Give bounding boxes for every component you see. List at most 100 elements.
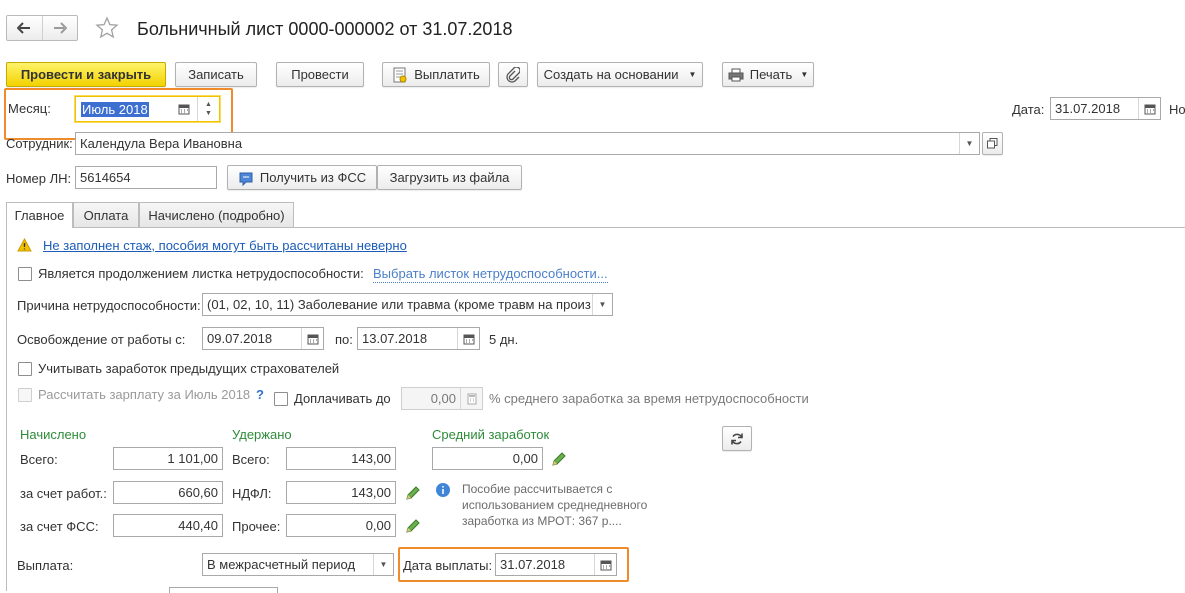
get-from-fss-button[interactable]: Получить из ФСС <box>227 165 377 190</box>
accrued-total-value: 1 101,00 <box>167 451 218 466</box>
employee-dropdown-button[interactable]: ▼ <box>959 133 979 154</box>
prev-insurers-label: Учитывать заработок предыдущих страховат… <box>38 361 340 376</box>
arrow-right-icon <box>53 22 67 34</box>
spin-up-icon[interactable]: ▲ <box>205 100 212 109</box>
date-calendar-button[interactable] <box>1138 98 1160 119</box>
accrued-employer-label: за счет работ.: <box>20 486 107 501</box>
employee-input-value: Календула Вера Ивановна <box>80 136 243 151</box>
attach-button[interactable] <box>498 62 528 87</box>
release-to-calendar-button[interactable] <box>457 328 479 349</box>
post-button[interactable]: Провести <box>276 62 364 87</box>
back-button[interactable] <box>7 16 43 40</box>
withheld-other-label: Прочее: <box>232 519 281 534</box>
warning-link[interactable]: Не заполнен стаж, пособия могут быть рас… <box>43 238 407 254</box>
release-to-input[interactable]: 13.07.2018 <box>357 327 480 350</box>
release-to-label: по: <box>335 332 353 347</box>
continuation-checkbox[interactable] <box>18 267 32 281</box>
info-icon <box>436 483 450 497</box>
days-count: 5 дн. <box>489 332 519 347</box>
paperclip-icon <box>506 66 520 83</box>
dropdown-arrow-icon: ▼ <box>379 560 388 569</box>
date-input[interactable]: 31.07.2018 <box>1050 97 1161 120</box>
average-title: Средний заработок <box>432 427 550 442</box>
calendar-icon <box>463 334 474 344</box>
topup-label: Доплачивать до <box>294 391 391 406</box>
calendar-icon <box>307 334 318 344</box>
load-from-file-button[interactable]: Загрузить из файла <box>377 165 522 190</box>
release-label: Освобождение от работы с: <box>17 332 186 347</box>
release-from-calendar-button[interactable] <box>301 328 323 349</box>
calculator-icon <box>467 393 476 404</box>
topup-value: 0,00 <box>430 391 456 406</box>
month-calendar-button[interactable] <box>173 97 195 121</box>
accrued-total-label: Всего: <box>20 452 58 467</box>
release-to-value: 13.07.2018 <box>362 331 428 346</box>
print-button[interactable]: Печать ▼ <box>722 62 814 87</box>
open-form-icon <box>987 138 998 149</box>
calendar-icon <box>178 104 190 115</box>
pay-button-label: Выплатить <box>414 67 480 82</box>
prev-insurers-checkbox[interactable] <box>18 362 32 376</box>
withheld-other-field: 0,00 <box>286 514 396 537</box>
accrued-employer-value: 660,60 <box>178 485 218 500</box>
arrow-left-icon <box>17 22 31 34</box>
pay-button[interactable]: Выплатить <box>382 62 490 87</box>
help-icon[interactable]: ? <box>256 387 264 403</box>
payment-label: Выплата: <box>17 558 74 573</box>
edit-ndfl-pencil-icon[interactable] <box>405 485 421 501</box>
employee-input[interactable]: Календула Вера Ивановна ▼ <box>75 132 980 155</box>
ln-number-input[interactable]: 5614654 <box>75 166 217 189</box>
dropdown-arrow-icon: ▼ <box>688 70 697 79</box>
refresh-button[interactable] <box>722 426 752 451</box>
release-from-input[interactable]: 09.07.2018 <box>202 327 324 350</box>
month-spinner[interactable]: ▲ ▼ <box>197 97 219 121</box>
month-input[interactable]: Июль 2018 ▲ ▼ <box>75 96 220 122</box>
tab-accrued-detail[interactable]: Начислено (подробно) <box>139 202 294 227</box>
cut-off-field <box>169 587 278 593</box>
payment-date-input[interactable]: 31.07.2018 <box>495 553 617 576</box>
ln-number-value: 5614654 <box>80 170 131 185</box>
print-button-label: Печать <box>749 67 793 82</box>
payment-date-value: 31.07.2018 <box>500 557 566 572</box>
accrued-total-field: 1 101,00 <box>113 447 223 470</box>
post-and-close-button[interactable]: Провести и закрыть <box>6 62 166 87</box>
withheld-total-field: 143,00 <box>286 447 396 470</box>
tab-main[interactable]: Главное <box>6 202 73 228</box>
payment-select[interactable]: В межрасчетный период ▼ <box>202 553 394 576</box>
truncated-label: Но <box>1169 102 1185 117</box>
cause-label: Причина нетрудоспособности: <box>17 298 201 313</box>
payment-doc-icon <box>393 67 407 82</box>
payment-date-calendar-button[interactable] <box>594 554 616 575</box>
select-sheet-link[interactable]: Выбрать листок нетрудоспособности... <box>373 266 608 283</box>
nav-group <box>6 15 78 41</box>
ln-number-label: Номер ЛН: <box>6 171 72 186</box>
dropdown-arrow-icon: ▼ <box>965 139 974 148</box>
tab-payment[interactable]: Оплата <box>73 202 139 227</box>
page-title: Больничный лист 0000-000002 от 31.07.201… <box>137 19 513 39</box>
payment-dropdown-button[interactable]: ▼ <box>373 554 393 575</box>
cause-select[interactable]: (01, 02, 10, 11) Заболевание или травма … <box>202 293 613 316</box>
topup-calculator-button <box>460 388 482 409</box>
get-from-fss-label: Получить из ФСС <box>259 170 367 185</box>
printer-icon <box>728 68 744 81</box>
edit-average-pencil-icon[interactable] <box>551 451 567 467</box>
create-based-on-button[interactable]: Создать на основании ▼ <box>537 62 703 87</box>
average-value: 0,00 <box>512 451 538 466</box>
accrued-fss-value: 440,40 <box>178 518 218 533</box>
topup-checkbox[interactable] <box>274 392 288 406</box>
edit-other-pencil-icon[interactable] <box>405 518 421 534</box>
spin-down-icon[interactable]: ▼ <box>205 109 212 118</box>
withheld-ndfl-label: НДФЛ: <box>232 486 272 501</box>
fss-icon <box>239 172 253 186</box>
withheld-ndfl-value: 143,00 <box>351 485 391 500</box>
accrued-employer-field: 660,60 <box>113 481 223 504</box>
favorite-star-icon[interactable] <box>95 16 119 40</box>
employee-open-button[interactable] <box>982 132 1003 155</box>
refresh-icon <box>731 433 743 444</box>
forward-button[interactable] <box>43 16 78 40</box>
dropdown-arrow-icon: ▼ <box>800 70 809 79</box>
calc-salary-label: Рассчитать зарплату за Июль 2018 <box>38 387 251 402</box>
accrued-title: Начислено <box>20 427 87 442</box>
save-button[interactable]: Записать <box>175 62 257 87</box>
cause-dropdown-button[interactable]: ▼ <box>592 294 612 315</box>
